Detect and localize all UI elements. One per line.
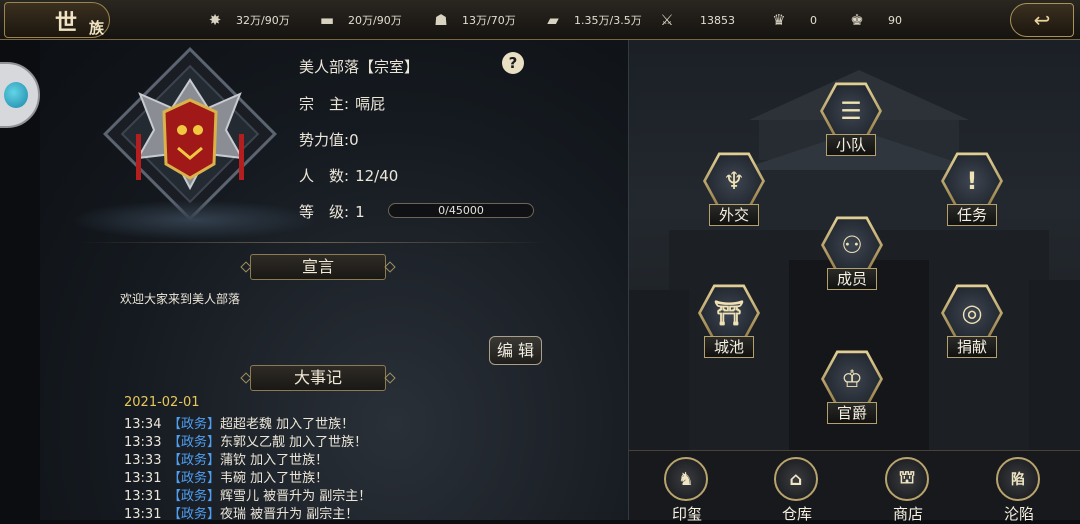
events-title: 大事记 [250, 365, 386, 391]
castle-panel: ☰ 小队 ♆ 外交 ! 任务 ⚇ 成员 ⛩ 城池 ◎ 捐献 ♔ 官爵 [628, 40, 1080, 450]
logo-main-char: 世 [55, 10, 78, 36]
city-button[interactable]: ⛩ 城池 [684, 282, 774, 366]
resource-stone: ☗ 13万/70万 [430, 10, 515, 30]
resource-gold: ♛ 0 [768, 10, 817, 30]
clan-emblem [103, 47, 277, 221]
resource-iron: ▰ 1.35万/3.5万 [542, 10, 641, 30]
power-row: 势力值:0 [299, 131, 359, 149]
clan-name: 美人部落【宗室】 [299, 58, 420, 76]
warehouse-button[interactable]: ⌂ 仓库 [759, 457, 835, 523]
resource-wood: ▬ 20万/90万 [316, 10, 402, 30]
shop-button[interactable]: ⛫ 商店 [870, 457, 946, 523]
resource-silver: ♚ 90 [846, 10, 902, 30]
donate-button[interactable]: ◎ 捐献 [927, 282, 1017, 366]
declaration-title: 宣言 [250, 254, 386, 280]
shop-icon: ⛫ [885, 457, 929, 501]
silver-ingot-icon: ♚ [850, 11, 864, 29]
back-icon: ↩ [1033, 8, 1051, 32]
side-menu-tab[interactable] [0, 62, 40, 128]
gold-ingot-icon: ♛ [772, 11, 786, 29]
level-row: 等 级: 1 [299, 203, 365, 221]
event-row: 13:31 【政务】辉雪儿 被晋升为 副宗主！ [124, 489, 372, 504]
wood-icon: ▬ [319, 11, 335, 29]
coin-icon: ◎ [944, 287, 1000, 339]
iron-icon: ▰ [547, 11, 559, 29]
leader-row: 宗 主: 嗝屁 [299, 95, 386, 113]
stone-icon: ☗ [434, 11, 448, 29]
diplomacy-scroll-icon: ♆ [706, 155, 762, 207]
seal-button[interactable]: ♞ 印玺 [649, 457, 725, 523]
event-row: 13:34 【政务】超超老魏 加入了世族！ [124, 417, 355, 432]
event-row: 13:31 【政务】韦碗 加入了世族！ [124, 471, 329, 486]
help-button[interactable]: ? [502, 52, 524, 74]
rank-button[interactable]: ♔ 官爵 [807, 348, 897, 432]
fallen-banner-icon: 陷 [996, 457, 1040, 501]
members-button[interactable]: ⚇ 成员 [807, 214, 897, 298]
level-exp-bar: 0/45000 [388, 203, 534, 218]
events-date: 2021-02-01 [124, 395, 200, 410]
diplomacy-button[interactable]: ♆ 外交 [689, 150, 779, 234]
squad-button[interactable]: ☰ 小队 [806, 80, 896, 164]
warehouse-icon: ⌂ [774, 457, 818, 501]
top-bar: 世 族 ✸ 32万/90万 ▬ 20万/90万 ☗ 13万/70万 ▰ 1.35万/3.… [0, 0, 1080, 40]
emblem-glow [70, 200, 320, 240]
members-icon: ⚇ [824, 219, 880, 271]
logo-sub-char: 族 [89, 19, 105, 37]
divider [80, 242, 550, 243]
grain-icon: ✸ [208, 11, 222, 29]
event-row: 13:31 【政务】夜瑞 被晋升为 副宗主！ [124, 507, 359, 522]
declaration-text: 欢迎大家来到美人部落 [120, 292, 241, 306]
rank-hat-icon: ♔ [824, 353, 880, 405]
quest-button[interactable]: ! 任务 [927, 150, 1017, 234]
menu-orb-icon [4, 82, 28, 108]
seal-icon: ♞ [664, 457, 708, 501]
resource-grain: ✸ 32万/90万 [204, 10, 290, 30]
question-icon: ? [508, 54, 518, 72]
clan-logo: 世 族 [4, 2, 110, 38]
squad-flags-icon: ☰ [823, 85, 879, 137]
bottom-bar: ♞ 印玺 ⌂ 仓库 ⛫ 商店 陷沦陷 [628, 450, 1080, 523]
edit-button[interactable]: 编 辑 [489, 336, 542, 365]
event-row: 13:33 【政务】东郭乂乙靓 加入了世族！ [124, 435, 368, 450]
event-row: 13:33 【政务】蒲钦 加入了世族！ [124, 453, 329, 468]
order-icon: ⚔ [660, 11, 674, 29]
city-gate-icon: ⛩ [701, 287, 757, 339]
quest-scroll-icon: ! [944, 155, 1000, 207]
fallen-button[interactable]: 陷沦陷 [981, 457, 1057, 523]
back-button[interactable]: ↩ [1010, 3, 1074, 37]
resource-order: ⚔ 13853 [656, 10, 735, 30]
members-row: 人 数: 12/40 [299, 167, 399, 185]
